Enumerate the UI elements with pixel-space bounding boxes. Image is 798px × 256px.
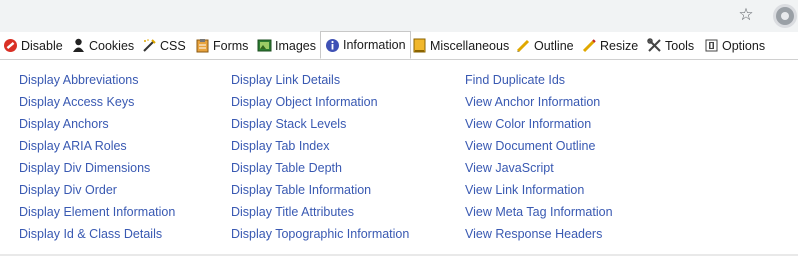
disable-icon	[3, 38, 18, 53]
tab-miscellaneous[interactable]: Miscellaneous	[412, 32, 509, 59]
menu-item-display-table-depth[interactable]: Display Table Depth	[231, 157, 409, 179]
tab-label: Disable	[21, 38, 63, 53]
menu-item-view-javascript[interactable]: View JavaScript	[465, 157, 613, 179]
tab-label: Outline	[534, 38, 574, 53]
menu-item-display-access-keys[interactable]: Display Access Keys	[19, 91, 175, 113]
tab-label: Resize	[600, 38, 639, 53]
information-menu: Display Abbreviations Display Access Key…	[0, 60, 798, 256]
menu-item-display-object-information[interactable]: Display Object Information	[231, 91, 409, 113]
menu-item-find-duplicate-ids[interactable]: Find Duplicate Ids	[465, 69, 613, 91]
tab-information[interactable]: Information	[320, 31, 411, 59]
menu-item-display-aria-roles[interactable]: Display ARIA Roles	[19, 135, 175, 157]
tab-outline[interactable]: Outline	[516, 32, 574, 59]
miscellaneous-icon	[412, 38, 427, 53]
tab-images[interactable]: Images	[257, 32, 316, 59]
menu-item-display-stack-levels[interactable]: Display Stack Levels	[231, 113, 409, 135]
menu-item-display-topographic-information[interactable]: Display Topographic Information	[231, 223, 409, 245]
menu-item-display-link-details[interactable]: Display Link Details	[231, 69, 409, 91]
menu-item-view-meta-tag-information[interactable]: View Meta Tag Information	[465, 201, 613, 223]
menu-item-display-div-dimensions[interactable]: Display Div Dimensions	[19, 157, 175, 179]
menu-item-display-abbreviations[interactable]: Display Abbreviations	[19, 69, 175, 91]
star-icon[interactable]: ☆	[736, 5, 756, 25]
web-developer-toolbar: Disable Cookies CSS Forms Images Informa…	[0, 31, 798, 60]
options-icon	[704, 38, 719, 53]
menu-item-view-color-information[interactable]: View Color Information	[465, 113, 613, 135]
menu-item-view-response-headers[interactable]: View Response Headers	[465, 223, 613, 245]
extension-button[interactable]	[773, 4, 797, 28]
menu-column-1: Display Abbreviations Display Access Key…	[19, 69, 175, 245]
forms-icon	[195, 38, 210, 53]
browser-toolbar: ☆	[0, 0, 798, 32]
tab-tools[interactable]: Tools	[647, 32, 694, 59]
css-icon	[142, 38, 157, 53]
menu-item-view-link-information[interactable]: View Link Information	[465, 179, 613, 201]
menu-item-display-id-class-details[interactable]: Display Id & Class Details	[19, 223, 175, 245]
menu-item-display-div-order[interactable]: Display Div Order	[19, 179, 175, 201]
menu-item-view-document-outline[interactable]: View Document Outline	[465, 135, 613, 157]
menu-column-2: Display Link Details Display Object Info…	[231, 69, 409, 245]
gear-icon	[776, 7, 794, 25]
tab-label: Miscellaneous	[430, 38, 510, 53]
menu-item-display-element-information[interactable]: Display Element Information	[19, 201, 175, 223]
tab-label: CSS	[160, 38, 186, 53]
tab-label: Images	[275, 38, 316, 53]
images-icon	[257, 38, 272, 53]
tab-label: Forms	[213, 38, 249, 53]
outline-icon	[516, 38, 531, 53]
tab-disable[interactable]: Disable	[3, 32, 63, 59]
tab-forms[interactable]: Forms	[195, 32, 248, 59]
cookies-icon	[71, 38, 86, 53]
tab-css[interactable]: CSS	[142, 32, 186, 59]
information-icon	[325, 38, 340, 53]
menu-item-view-anchor-information[interactable]: View Anchor Information	[465, 91, 613, 113]
menu-item-display-tab-index[interactable]: Display Tab Index	[231, 135, 409, 157]
tab-cookies[interactable]: Cookies	[71, 32, 134, 59]
tools-icon	[647, 38, 662, 53]
tab-label: Options	[722, 38, 766, 53]
menu-item-display-anchors[interactable]: Display Anchors	[19, 113, 175, 135]
menu-item-display-table-information[interactable]: Display Table Information	[231, 179, 409, 201]
tab-label: Tools	[665, 38, 695, 53]
menu-column-3: Find Duplicate Ids View Anchor Informati…	[465, 69, 613, 245]
menu-item-display-title-attributes[interactable]: Display Title Attributes	[231, 201, 409, 223]
tab-options[interactable]: Options	[704, 32, 765, 59]
tab-resize[interactable]: Resize	[582, 32, 638, 59]
tab-label: Information	[343, 38, 406, 52]
tab-label: Cookies	[89, 38, 135, 53]
resize-icon	[582, 38, 597, 53]
